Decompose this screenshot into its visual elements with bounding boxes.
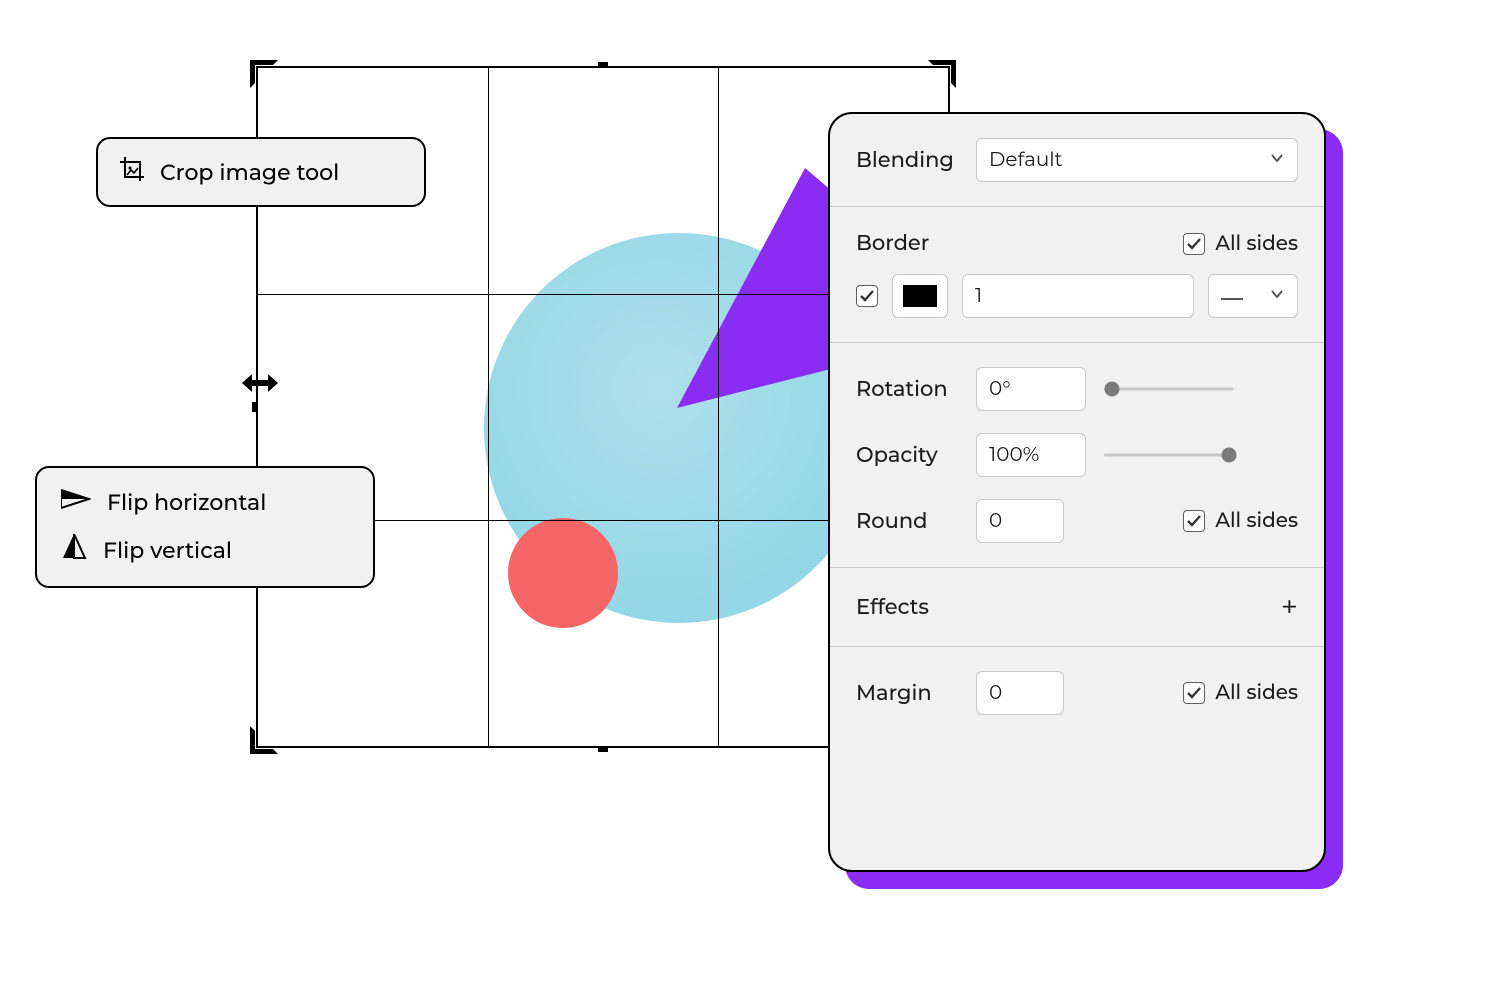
border-style-select[interactable]: [1208, 274, 1298, 318]
add-effect-button[interactable]: +: [1281, 592, 1298, 622]
round-allsides-checkbox[interactable]: [1183, 510, 1205, 532]
crop-gridline: [718, 68, 719, 746]
border-label: Border: [856, 231, 929, 256]
margin-allsides-label: All sides: [1215, 681, 1298, 705]
crop-icon: [118, 155, 146, 189]
margin-input[interactable]: 0: [976, 671, 1064, 715]
flip-vertical-label: Flip vertical: [103, 537, 232, 564]
rotation-input[interactable]: 0°: [976, 367, 1086, 411]
crop-tool-label: Crop image tool: [160, 159, 339, 186]
chevron-down-icon: [1269, 284, 1285, 308]
crop-handle-bottom[interactable]: [598, 746, 608, 752]
flip-vertical-button[interactable]: Flip vertical: [61, 534, 232, 566]
flip-card: Flip horizontal Flip vertical: [35, 466, 375, 588]
round-input[interactable]: 0: [976, 499, 1064, 543]
round-allsides-label: All sides: [1215, 509, 1298, 533]
flip-vertical-icon: [61, 534, 87, 566]
blending-label: Blending: [856, 148, 954, 173]
crop-gridline: [488, 68, 489, 746]
border-style-line-icon: [1221, 284, 1243, 308]
round-label: Round: [856, 509, 976, 534]
border-enable-checkbox[interactable]: [856, 285, 878, 307]
properties-panel: Blending Default Border All sides: [828, 112, 1326, 872]
flip-horizontal-label: Flip horizontal: [107, 489, 266, 516]
resize-cursor-icon: [240, 370, 280, 401]
border-allsides-checkbox[interactable]: [1183, 233, 1205, 255]
crop-handle-left[interactable]: [252, 402, 258, 412]
crop-handle-bottom-left[interactable]: [250, 726, 278, 754]
crop-handle-top-left[interactable]: [250, 60, 278, 88]
crop-handle-top[interactable]: [598, 62, 608, 68]
opacity-input[interactable]: 100%: [976, 433, 1086, 477]
border-allsides-label: All sides: [1215, 232, 1298, 256]
border-width-input[interactable]: 1: [962, 274, 1194, 318]
crop-image-tool-card: Crop image tool: [96, 137, 426, 207]
margin-label: Margin: [856, 681, 976, 706]
opacity-slider[interactable]: [1104, 446, 1234, 464]
rotation-label: Rotation: [856, 377, 976, 402]
crop-handle-top-right[interactable]: [928, 60, 956, 88]
blending-select[interactable]: Default: [976, 138, 1298, 182]
chevron-down-icon: [1269, 148, 1285, 172]
margin-allsides-checkbox[interactable]: [1183, 682, 1205, 704]
canvas-shape-circle-red: [508, 518, 618, 628]
opacity-label: Opacity: [856, 443, 976, 468]
blending-value: Default: [989, 148, 1063, 172]
effects-label: Effects: [856, 595, 929, 620]
border-color-swatch[interactable]: [892, 274, 948, 318]
flip-horizontal-button[interactable]: Flip horizontal: [61, 488, 266, 516]
rotation-slider[interactable]: [1104, 380, 1234, 398]
flip-horizontal-icon: [61, 488, 91, 516]
